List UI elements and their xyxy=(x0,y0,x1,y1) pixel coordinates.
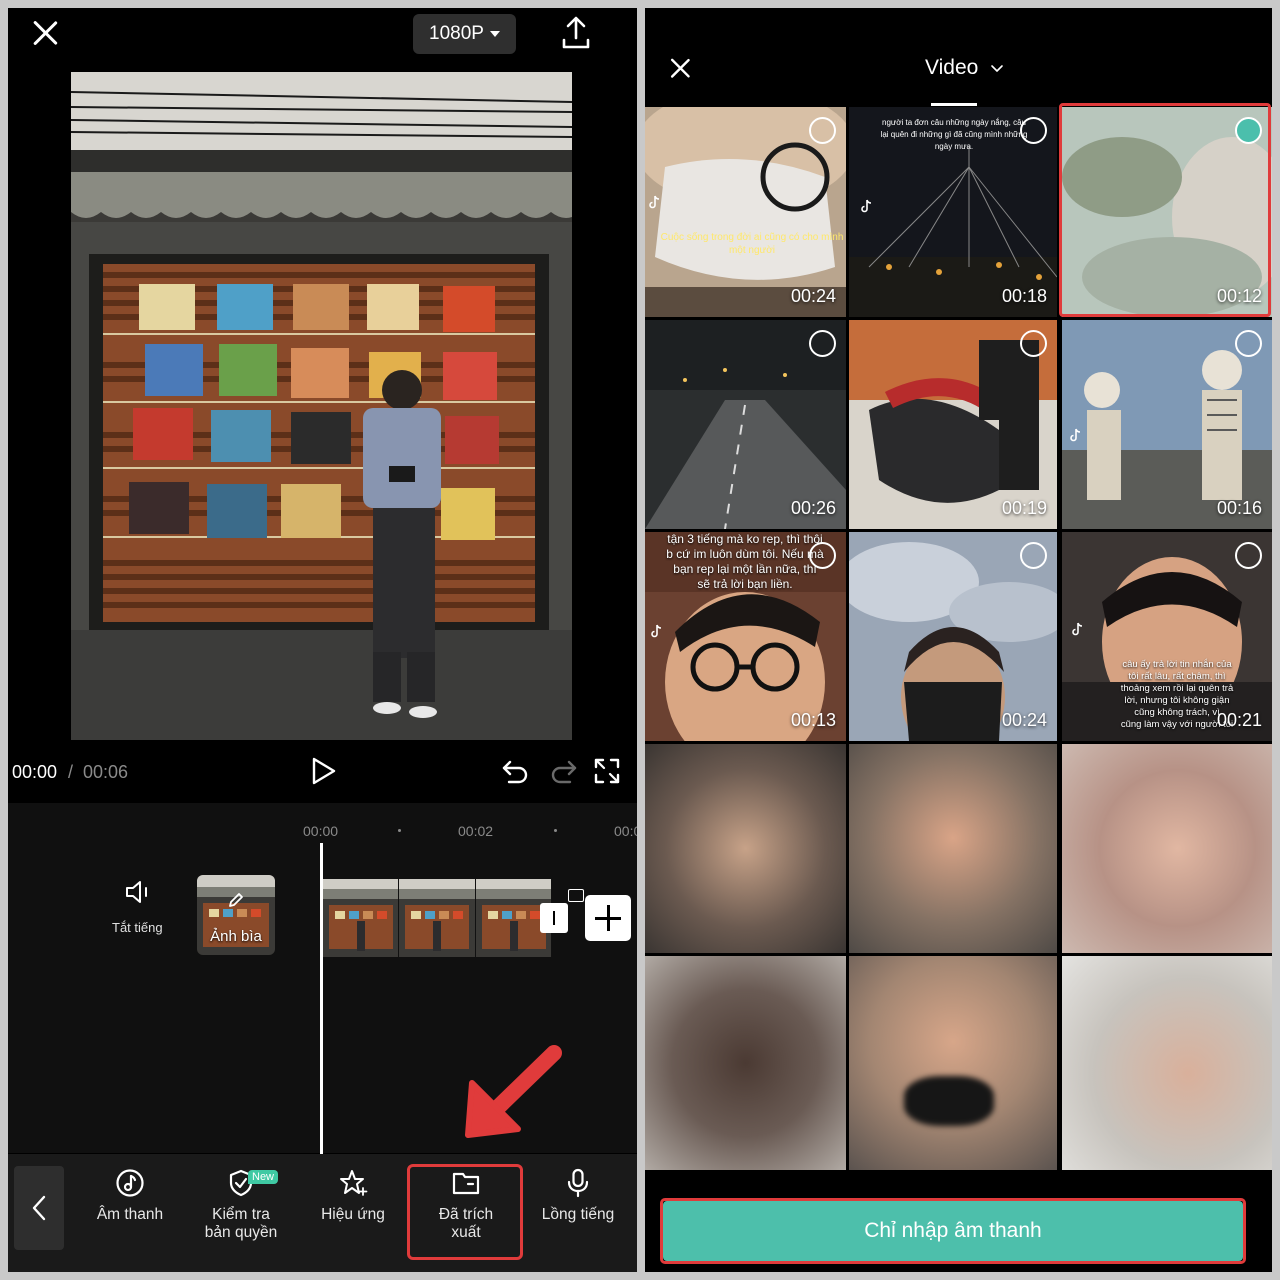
select-circle[interactable] xyxy=(1020,117,1047,144)
video-clip-track[interactable] xyxy=(323,879,552,957)
caret-down-icon xyxy=(489,31,500,37)
audio-tool-label: Âm thanh xyxy=(96,1206,164,1223)
clip-frame xyxy=(399,879,476,957)
video-duration: 00:24 xyxy=(790,286,836,306)
add-clip-button[interactable] xyxy=(585,895,631,941)
blurred-video-thumbnail[interactable] xyxy=(645,744,846,953)
editor-panel: 1080P 00:00 / 00:06 00:00 00:02 00: Tắt … xyxy=(8,8,637,1272)
video-thumbnail[interactable]: 00:26 xyxy=(645,320,846,529)
close-icon[interactable] xyxy=(25,14,65,54)
tab-video[interactable]: Video xyxy=(925,56,1004,80)
trim-handle[interactable] xyxy=(540,903,568,933)
video-duration: 00:16 xyxy=(1216,498,1262,518)
clip-frame xyxy=(323,879,400,957)
timeline-tick: 00:0 xyxy=(614,823,637,839)
timeline-tick-dot xyxy=(554,829,557,832)
microphone-icon xyxy=(567,1168,589,1198)
video-grid: Cuộc sống trong đời ai cũng có cho mình … xyxy=(645,103,1272,1171)
redo-icon[interactable] xyxy=(548,758,578,784)
select-circle[interactable] xyxy=(809,542,836,569)
annotation-highlight-box xyxy=(407,1164,523,1260)
music-note-icon xyxy=(116,1169,144,1197)
playhead[interactable] xyxy=(320,843,323,1158)
copyright-check-tool-label: Kiểm tra bản quyền xyxy=(204,1206,278,1241)
blurred-video-thumbnail[interactable] xyxy=(849,956,1057,1170)
cover-thumbnail[interactable]: Ảnh bìa xyxy=(197,875,275,955)
video-duration: 00:24 xyxy=(1001,710,1047,730)
total-duration: 00:06 xyxy=(83,762,129,782)
annotation-highlight-box xyxy=(1059,103,1271,317)
video-thumbnail[interactable]: 00:16 xyxy=(1062,320,1272,529)
blurred-video-thumbnail[interactable] xyxy=(645,956,846,1170)
timeline-tick-dot xyxy=(398,829,401,832)
timeline-tick: 00:02 xyxy=(458,823,494,839)
copyright-check-tool-button[interactable]: Kiểm tra bản quyền xyxy=(186,1168,296,1242)
pencil-edit-icon xyxy=(229,893,243,907)
annotation-arrow-icon xyxy=(465,1045,562,1138)
video-thumbnail[interactable]: người ta đơn câu những ngày nắng, câu lạ… xyxy=(849,107,1057,317)
effects-tool-label: Hiệu ứng xyxy=(321,1206,385,1223)
media-picker-panel: Video Cuộc sống trong đời ai cũng có cho… xyxy=(645,8,1272,1272)
resolution-dropdown[interactable]: 1080P xyxy=(413,14,516,54)
resolution-label: 1080P xyxy=(429,23,484,44)
time-separator: / xyxy=(68,762,74,782)
voiceover-tool-button[interactable]: Lồng tiếng xyxy=(523,1168,633,1224)
tiktok-logo-icon xyxy=(649,195,660,209)
blurred-video-thumbnail[interactable] xyxy=(1062,744,1272,953)
export-upload-icon[interactable] xyxy=(561,16,591,50)
video-duration: 00:18 xyxy=(1001,286,1047,306)
voiceover-tool-label: Lồng tiếng xyxy=(541,1206,615,1223)
tiktok-logo-icon xyxy=(1072,622,1083,636)
tiktok-logo-icon xyxy=(1070,428,1081,442)
tiktok-logo-icon xyxy=(651,624,662,638)
select-circle[interactable] xyxy=(809,330,836,357)
transition-icon[interactable] xyxy=(568,889,584,902)
tiktok-logo-icon xyxy=(861,199,872,213)
video-duration: 00:13 xyxy=(790,710,836,730)
video-duration: 00:19 xyxy=(1001,498,1047,518)
select-circle[interactable] xyxy=(1235,542,1262,569)
chevron-down-icon xyxy=(991,64,1004,72)
effects-tool-button[interactable]: Hiệu ứng xyxy=(298,1168,408,1224)
video-thumbnail[interactable]: 00:24 xyxy=(849,532,1057,741)
select-circle[interactable] xyxy=(1020,542,1047,569)
current-time: 00:00 xyxy=(12,762,58,782)
picker-bottom-bar: Chỉ nhập âm thanh xyxy=(645,1171,1272,1272)
video-caption: Cuộc sống trong đời ai cũng có cho mình … xyxy=(660,232,844,256)
video-duration: 00:26 xyxy=(790,498,836,518)
back-button[interactable] xyxy=(14,1166,64,1250)
select-circle[interactable] xyxy=(809,117,836,144)
video-thumbnail[interactable]: tận 3 tiếng mà ko rep, thì thôi b cứ im … xyxy=(645,532,846,741)
play-icon[interactable] xyxy=(308,756,338,786)
select-circle[interactable] xyxy=(1020,330,1047,357)
fullscreen-icon[interactable] xyxy=(594,758,620,784)
undo-icon[interactable] xyxy=(501,758,531,784)
preview-frame-image xyxy=(71,72,572,740)
bottom-toolbar: Âm thanh Kiểm tra bản quyền Hiệu ứng Đã … xyxy=(8,1154,637,1272)
cover-label: Ảnh bìa xyxy=(210,928,262,945)
star-sparkle-icon xyxy=(340,1170,368,1196)
video-caption: người ta đơn câu những ngày nắng, câu lạ… xyxy=(880,118,1028,151)
close-icon[interactable] xyxy=(664,53,696,85)
video-preview[interactable] xyxy=(71,72,572,740)
blurred-video-thumbnail[interactable] xyxy=(849,744,1057,953)
tab-underline xyxy=(931,103,977,106)
video-thumbnail[interactable]: 00:19 xyxy=(849,320,1057,529)
chevron-left-icon xyxy=(32,1195,46,1221)
blurred-video-thumbnail[interactable] xyxy=(1062,956,1272,1170)
select-circle[interactable] xyxy=(1235,330,1262,357)
video-thumbnail[interactable]: Cuộc sống trong đời ai cũng có cho mình … xyxy=(645,107,846,317)
video-duration: 00:21 xyxy=(1216,710,1262,730)
speaker-mute-icon[interactable] xyxy=(124,880,152,904)
mute-label[interactable]: Tắt tiếng xyxy=(112,920,163,935)
audio-tool-button[interactable]: Âm thanh xyxy=(75,1168,185,1224)
new-badge: New xyxy=(248,1170,279,1184)
timeline-tick: 00:00 xyxy=(303,823,339,839)
annotation-highlight-box xyxy=(660,1198,1246,1264)
video-tab-label: Video xyxy=(925,56,979,79)
video-thumbnail[interactable]: câu ấy trả lời tin nhắn của tôi rất lâu,… xyxy=(1062,532,1272,741)
